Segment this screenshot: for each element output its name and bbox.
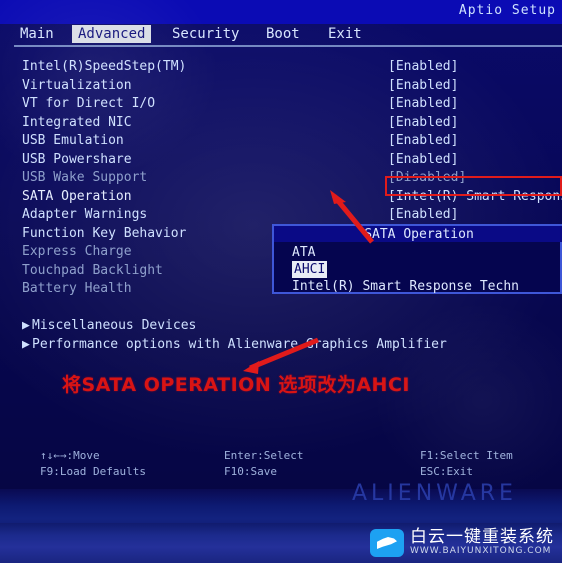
label-express-charge: Express Charge: [22, 244, 132, 259]
watermark-cn: 白云一键重装系统: [410, 527, 554, 548]
setting-row-misc-devices[interactable]: ▶ Miscellaneous Devices: [22, 317, 382, 336]
help-move: ↑↓←→:Move: [40, 449, 100, 462]
screen-glare: [0, 0, 220, 180]
label-battery-health: Battery Health: [22, 281, 132, 296]
value-speedstep[interactable]: [Enabled]: [388, 58, 558, 77]
value-usb-emulation[interactable]: [Enabled]: [388, 132, 558, 151]
help-save: F10:Save: [224, 465, 277, 478]
popup-option-ahci[interactable]: AHCI: [292, 261, 328, 278]
popup-title: SATA Operation: [364, 227, 474, 242]
value-usb-powershare[interactable]: [Enabled]: [388, 151, 558, 170]
bios-screen-photo: Aptio Setup Main Advanced Security Boot …: [0, 0, 562, 563]
popup-option-irst[interactable]: Intel(R) Smart Response Techn: [292, 278, 519, 295]
sata-operation-popup[interactable]: SATA Operation ATA AHCI Intel(R) Smart R…: [272, 224, 562, 294]
setting-row-adapter-warnings[interactable]: Adapter Warnings: [22, 206, 382, 225]
setting-row-performance-options[interactable]: ▶ Performance options with Alienware Grap…: [22, 336, 447, 355]
setting-row-spacer: [22, 299, 382, 318]
bird-icon: [370, 529, 404, 557]
watermark-en: WWW.BAIYUNXITONG.COM: [410, 546, 552, 557]
label-misc-devices: Miscellaneous Devices: [32, 318, 197, 333]
chevron-right-icon-2: ▶: [22, 336, 30, 352]
popup-option-list[interactable]: ATA AHCI Intel(R) Smart Response Techn: [292, 244, 519, 295]
label-adapter-warnings: Adapter Warnings: [22, 207, 148, 222]
settings-value-column: [Enabled] [Enabled] [Enabled] [Enabled] …: [388, 58, 562, 243]
sata-value-highlight-box: [385, 176, 562, 196]
help-select: Enter:Select: [224, 449, 304, 462]
label-sata-operation: SATA Operation: [22, 188, 132, 204]
screen-glare-2: [372, 300, 562, 500]
value-virtualization[interactable]: [Enabled]: [388, 77, 558, 96]
help-defaults: F9:Load Defaults: [40, 465, 146, 478]
label-touchpad-backlight: Touchpad Backlight: [22, 262, 163, 278]
chevron-right-icon: ▶: [22, 318, 30, 333]
setting-row-sata-operation[interactable]: SATA Operation: [22, 188, 382, 207]
value-integrated-nic[interactable]: [Enabled]: [388, 114, 558, 133]
label-function-key-behavior: Function Key Behavior: [22, 225, 187, 241]
popup-option-ata[interactable]: ATA: [292, 244, 519, 261]
annotation-caption: 将SATA OPERATION 选项改为AHCI: [62, 374, 410, 396]
site-watermark: 白云一键重装系统 WWW.BAIYUNXITONG.COM: [370, 529, 554, 557]
value-adapter-warnings[interactable]: [Enabled]: [388, 206, 558, 225]
value-vt-directio[interactable]: [Enabled]: [388, 95, 558, 114]
app-title: Aptio Setup: [458, 3, 556, 18]
tab-boot[interactable]: Boot: [260, 25, 306, 43]
tab-exit[interactable]: Exit: [322, 25, 368, 43]
